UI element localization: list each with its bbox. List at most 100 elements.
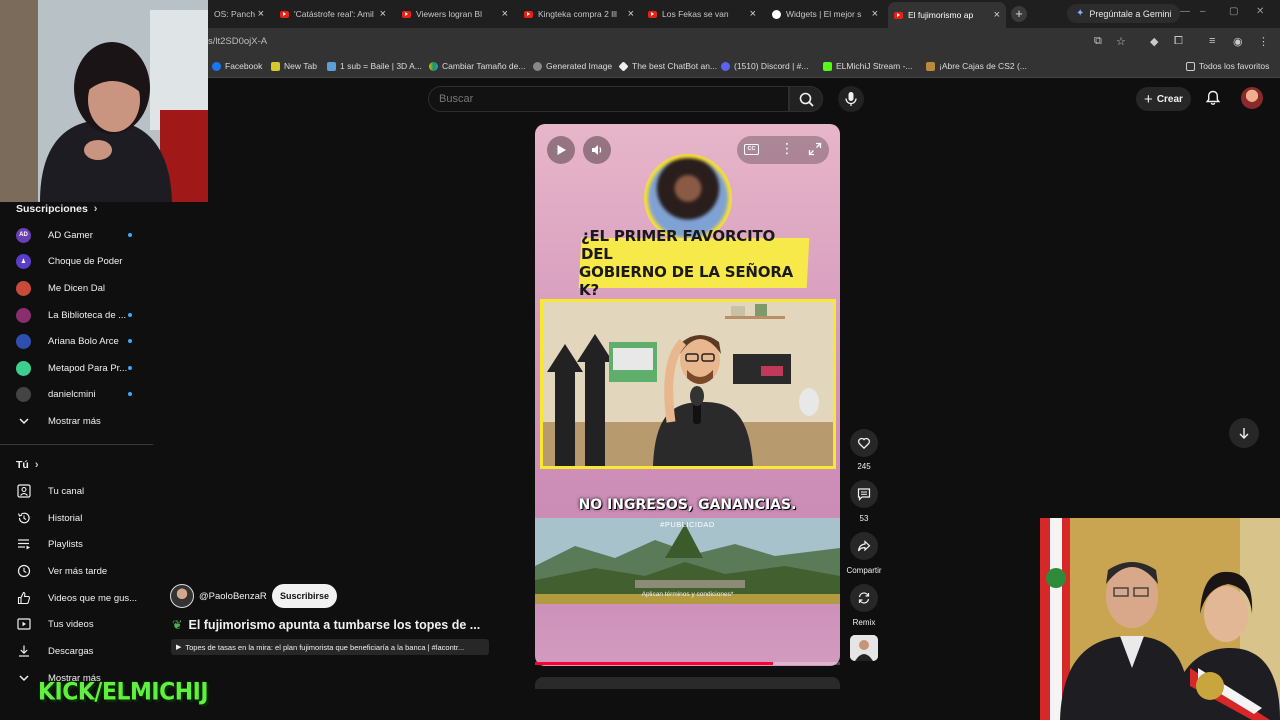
bookmark-item[interactable]: Cambiar Tamaño de...	[429, 61, 525, 71]
browser-tab[interactable]: Widgets | El mejor s ×	[766, 4, 884, 24]
close-icon[interactable]: ×	[872, 8, 878, 20]
video-title-text: El fujimorismo apunta a tumbarse los top…	[188, 618, 481, 632]
voice-search-button[interactable]	[838, 86, 864, 112]
bookmark-item[interactable]: ELMichiJ Stream -...	[823, 61, 913, 71]
sidebar-item-liked-videos[interactable]: Videos que me gus...	[16, 590, 137, 606]
bookmark-item[interactable]: (1510) Discord | #...	[721, 61, 809, 71]
close-icon[interactable]: ×	[628, 8, 634, 20]
streamer-webcam-image	[0, 0, 208, 202]
remix-button[interactable]	[850, 584, 878, 612]
chevron-down-icon	[16, 672, 32, 684]
search-button[interactable]	[789, 86, 823, 112]
sidebar-item-playlists[interactable]: Playlists	[16, 536, 83, 552]
account-avatar[interactable]	[1241, 87, 1263, 109]
gemini-button[interactable]: ✦ Pregúntale a Gemini	[1067, 4, 1181, 23]
extension-diamond-icon[interactable]: ◆	[1150, 35, 1158, 48]
close-icon[interactable]: ×	[502, 8, 508, 20]
volume-icon	[592, 145, 602, 155]
bookmark-star-icon[interactable]: ☆	[1116, 35, 1126, 48]
playlist-text: Topes de tasas en la mira: el plan fujim…	[185, 642, 465, 652]
bookmark-item[interactable]: Facebook	[212, 61, 262, 71]
sidebar-item-your-channel[interactable]: Tu canal	[16, 483, 84, 499]
play-icon	[557, 145, 566, 155]
news-photo-overlay	[1040, 518, 1280, 720]
volume-button[interactable]	[583, 136, 611, 164]
sidebar-item-downloads[interactable]: Descargas	[16, 643, 93, 659]
bookmark-item[interactable]: New Tab	[271, 61, 317, 71]
fullscreen-icon[interactable]	[808, 142, 822, 161]
close-window-icon[interactable]: ✕	[1256, 6, 1264, 17]
subscription-item[interactable]: ♟ Choque de Poder	[16, 253, 122, 269]
headline-line-2: GOBIERNO DE LA SEÑORA K?	[579, 263, 794, 299]
new-tab-button[interactable]: +	[1011, 6, 1027, 22]
profile-icon[interactable]: ◉	[1233, 35, 1243, 48]
bookmark-item[interactable]: ¡Abre Cajas de CS2 (...	[926, 61, 1027, 71]
close-icon[interactable]: ×	[380, 8, 386, 20]
close-icon[interactable]: ×	[994, 9, 1000, 21]
channel-avatar	[16, 360, 31, 376]
new-content-dot	[128, 313, 132, 317]
browser-tab[interactable]: OS: Panch ×	[208, 4, 270, 24]
close-icon[interactable]: ×	[750, 8, 756, 20]
subscription-name: Metapod Para Pr...	[48, 362, 128, 374]
minimize-window-icon[interactable]: –	[1200, 6, 1206, 17]
video-title[interactable]: ❦ El fujimorismo apunta a tumbarse los to…	[172, 617, 480, 632]
play-button[interactable]	[547, 136, 575, 164]
bookmark-item[interactable]: 1 sub = Baile | 3D A...	[327, 61, 422, 71]
bookmark-label: The best ChatBot an...	[632, 61, 718, 71]
speaker-video-frame	[540, 299, 836, 469]
sidebar-item-watch-later[interactable]: Ver más tarde	[16, 563, 107, 579]
captions-icon[interactable]: CC	[744, 144, 759, 155]
short-progress-bar[interactable]	[535, 662, 840, 665]
channel-avatar: AD	[16, 227, 31, 243]
close-icon[interactable]: ×	[258, 8, 264, 20]
more-vert-icon[interactable]: ⋮	[780, 140, 794, 157]
browser-tab[interactable]: Los Fekas se van ×	[642, 4, 762, 24]
share-button[interactable]	[850, 532, 878, 560]
browser-tab-active[interactable]: El fujimorismo ap ×	[888, 2, 1006, 28]
subscription-item[interactable]: Me Dicen Dal	[16, 280, 105, 296]
subscription-item[interactable]: La Biblioteca de ...	[16, 307, 126, 323]
extensions-icon[interactable]: ⧠	[1174, 35, 1183, 48]
bookmark-item[interactable]: The best ChatBot an...	[618, 60, 718, 72]
sidebar-item-your-videos[interactable]: Tus videos	[16, 616, 94, 632]
sidebar-item-history[interactable]: Historial	[16, 510, 82, 526]
chatbot-icon	[618, 60, 629, 72]
subscriptions-show-more[interactable]: Mostrar más	[16, 413, 101, 429]
minimize-icon[interactable]: —	[1180, 6, 1190, 17]
channel-handle[interactable]: @PaoloBenzaR	[199, 591, 267, 602]
install-app-icon[interactable]: ⧉	[1094, 35, 1102, 48]
next-video-button[interactable]	[1229, 418, 1259, 448]
like-button[interactable]	[850, 429, 878, 457]
you-header[interactable]: Tú ›	[16, 459, 39, 471]
channel-avatar[interactable]	[170, 584, 194, 608]
browser-tab[interactable]: Viewers logran Bl ×	[396, 4, 514, 24]
comments-button[interactable]	[850, 480, 878, 508]
create-button[interactable]: + Crear	[1136, 87, 1191, 111]
media-controls-icon[interactable]: ≡	[1209, 35, 1215, 47]
sound-thumbnail[interactable]	[850, 635, 878, 661]
subscription-item[interactable]: Metapod Para Pr...	[16, 360, 127, 376]
share-label: Compartir	[846, 566, 882, 575]
subscriptions-header[interactable]: Suscripciones ›	[16, 203, 97, 215]
kick-icon	[823, 61, 832, 71]
notifications-button[interactable]	[1204, 89, 1222, 112]
search-input[interactable]: Buscar	[428, 86, 789, 112]
all-bookmarks[interactable]: Todos los favoritos	[1186, 61, 1269, 71]
bookmark-item[interactable]: Generated Image	[533, 61, 612, 71]
playlist-chip[interactable]: ▶ Topes de tasas en la mira: el plan fuj…	[171, 639, 489, 655]
subscription-item[interactable]: Ariana Bolo Arce	[16, 333, 119, 349]
browser-tab[interactable]: Kingteka compra 2 lll ×	[518, 4, 640, 24]
tab-label: OS: Panch	[214, 9, 256, 19]
subscription-item[interactable]: danielcmini	[16, 386, 96, 402]
url-text[interactable]: s/lt2SD0ojX-A	[208, 36, 267, 47]
chevron-right-icon: ›	[34, 459, 39, 471]
subscription-item[interactable]: AD AD Gamer	[16, 227, 93, 243]
browser-tab[interactable]: 'Catástrofe real': Amil ×	[274, 4, 392, 24]
share-icon	[857, 540, 871, 552]
next-short-preview[interactable]	[535, 677, 840, 689]
subscribe-button[interactable]: Suscribirse	[272, 584, 337, 608]
person-icon	[16, 484, 32, 498]
maximize-icon[interactable]: ▢	[1229, 6, 1238, 17]
more-vert-icon[interactable]: ⋮	[1258, 35, 1269, 48]
